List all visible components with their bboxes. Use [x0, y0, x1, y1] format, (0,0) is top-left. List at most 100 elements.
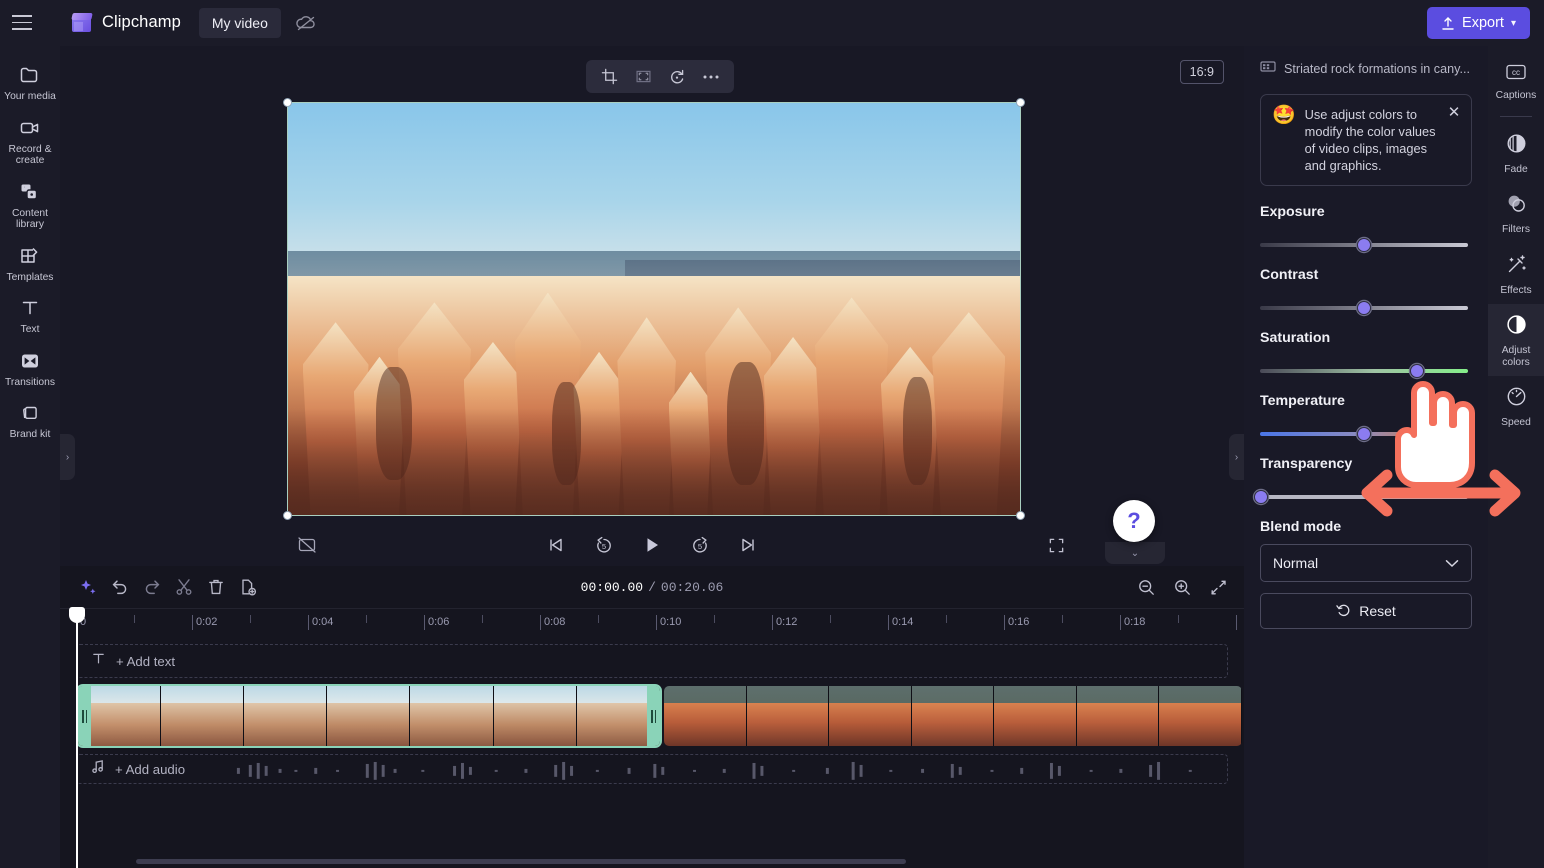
brand: Clipchamp [70, 12, 181, 33]
cloud-off-icon[interactable] [289, 8, 323, 38]
duplicate-icon[interactable] [232, 572, 264, 602]
hamburger-icon[interactable] [0, 0, 44, 46]
redo-icon[interactable] [136, 572, 168, 602]
crop-icon[interactable] [595, 64, 623, 90]
tab-effects[interactable]: Effects [1488, 244, 1544, 305]
temperature-slider[interactable] [1260, 426, 1472, 442]
sidebar-item-content-library[interactable]: Content library [0, 173, 60, 237]
top-bar: Clipchamp My video Export ▾ [0, 0, 1544, 46]
fit-timeline-icon[interactable] [1204, 573, 1232, 601]
clip-trim-handle-left[interactable] [78, 686, 91, 746]
sidebar-item-record-create[interactable]: Record & create [0, 109, 60, 173]
reset-arrow-icon [1336, 603, 1351, 620]
contrast-slider[interactable] [1260, 300, 1472, 316]
forward-5-icon[interactable]: 5 [686, 531, 714, 559]
help-collapse-tab[interactable]: ⌄ [1105, 542, 1165, 564]
speedometer-icon [1505, 385, 1528, 413]
resize-handle-top-left[interactable] [283, 98, 292, 107]
skip-to-start-icon[interactable] [542, 531, 570, 559]
collapse-right-panel-button[interactable]: › [1229, 434, 1244, 480]
tab-label: Fade [1504, 164, 1527, 176]
slider-thumb[interactable] [1357, 427, 1371, 441]
blend-mode-select[interactable]: Normal [1260, 544, 1472, 582]
sidebar-label: Transitions [5, 377, 55, 389]
sidebar-label: Text [21, 324, 40, 336]
tab-captions[interactable]: cc Captions [1488, 54, 1544, 110]
svg-text:5: 5 [602, 542, 606, 551]
close-icon[interactable]: ✕ [1445, 103, 1463, 121]
captions-off-icon[interactable] [293, 531, 321, 559]
chevron-down-icon: ▾ [1511, 18, 1516, 29]
tab-filters[interactable]: Filters [1488, 183, 1544, 244]
clipchamp-editor: Clipchamp My video Export ▾ Your media [0, 0, 1544, 868]
folder-icon [18, 63, 42, 87]
tip-text: Use adjust colors to modify the color va… [1305, 106, 1441, 174]
add-audio-track[interactable]: + Add audio [76, 754, 1228, 784]
exposure-slider[interactable] [1260, 237, 1472, 253]
sidebar-item-templates[interactable]: Templates [0, 237, 60, 290]
ruler-label: 0:18 [1124, 616, 1145, 628]
sidebar-item-transitions[interactable]: Transitions [0, 342, 60, 395]
trash-icon[interactable] [200, 572, 232, 602]
video-clip-1[interactable] [78, 686, 660, 746]
sidebar-label: Brand kit [10, 429, 51, 441]
rewind-5-icon[interactable]: 5 [590, 531, 618, 559]
brand-kit-icon [18, 401, 42, 425]
time-separator: / [648, 580, 656, 595]
resize-handle-bottom-right[interactable] [1016, 511, 1025, 520]
project-name-field[interactable]: My video [199, 8, 281, 38]
slider-thumb[interactable] [1357, 238, 1371, 252]
fade-icon [1505, 132, 1528, 160]
sidebar-item-your-media[interactable]: Your media [0, 56, 60, 109]
templates-icon [18, 244, 42, 268]
timeline: 00:00.00 / 00:20.06 [60, 566, 1244, 868]
reset-button[interactable]: Reset [1260, 593, 1472, 629]
fullscreen-icon[interactable] [1042, 531, 1070, 559]
timeline-tracks: + Add text [76, 644, 1228, 784]
sidebar-item-brand-kit[interactable]: Brand kit [0, 394, 60, 447]
saturation-slider[interactable] [1260, 363, 1472, 379]
play-button[interactable] [638, 531, 666, 559]
timeline-horizontal-scrollbar[interactable] [136, 859, 906, 864]
tab-label: Speed [1501, 417, 1531, 429]
export-button[interactable]: Export ▾ [1427, 7, 1530, 39]
tip-card: 🤩 Use adjust colors to modify the color … [1260, 94, 1472, 186]
sparkle-icon[interactable] [72, 572, 104, 602]
timeline-ruler[interactable]: 0 0:02 0:04 0:06 0:08 0:10 0:12 0:14 0:1 [60, 608, 1244, 634]
ruler-label: 0:16 [1008, 616, 1029, 628]
transparency-slider[interactable] [1260, 489, 1472, 505]
slider-thumb[interactable] [1357, 301, 1371, 315]
adjust-colors-icon [1505, 313, 1528, 341]
add-text-track[interactable]: + Add text [76, 644, 1228, 678]
clip-trim-handle-right[interactable] [647, 686, 660, 746]
playhead[interactable] [76, 608, 78, 868]
skip-to-end-icon[interactable] [734, 531, 762, 559]
zoom-in-icon[interactable] [1168, 573, 1196, 601]
slider-thumb[interactable] [1254, 490, 1268, 504]
slider-thumb[interactable] [1410, 364, 1424, 378]
tab-adjust-colors[interactable]: Adjust colors [1488, 304, 1544, 376]
question-mark-icon[interactable]: ? [1113, 500, 1155, 542]
video-clip-2[interactable] [664, 686, 1242, 746]
undo-icon[interactable] [104, 572, 136, 602]
svg-text:cc: cc [1512, 68, 1520, 77]
scissors-icon[interactable] [168, 572, 200, 602]
tab-fade[interactable]: Fade [1488, 123, 1544, 184]
playhead-handle[interactable] [69, 607, 85, 623]
aspect-ratio-button[interactable]: 16:9 [1180, 60, 1224, 84]
selected-clip-title: Striated rock formations in cany... [1260, 60, 1472, 78]
video-preview-frame[interactable] [288, 103, 1020, 515]
sidebar-item-text[interactable]: Text [0, 289, 60, 342]
text-t-icon [18, 296, 42, 320]
ruler-label: 0:02 [196, 616, 217, 628]
zoom-out-icon[interactable] [1132, 573, 1160, 601]
resize-handle-top-right[interactable] [1016, 98, 1025, 107]
current-time: 00:00.00 [581, 580, 643, 595]
ellipsis-icon[interactable] [697, 64, 725, 90]
ruler-label: 0:06 [428, 616, 449, 628]
fit-frame-icon[interactable] [629, 64, 657, 90]
resize-handle-bottom-left[interactable] [283, 511, 292, 520]
rotate-icon[interactable] [663, 64, 691, 90]
expand-left-panel-button[interactable]: › [60, 434, 75, 480]
tab-speed[interactable]: Speed [1488, 376, 1544, 437]
